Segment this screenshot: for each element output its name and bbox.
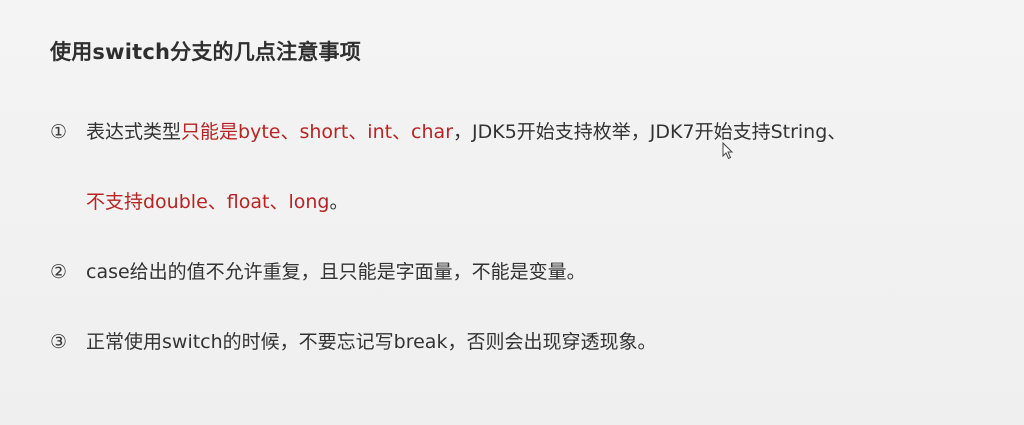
item-text: ，JDK5开始支持枚举，JDK7开始支持String、 — [453, 121, 847, 143]
item-text: case给出的值不允许重复，且只能是字面量，不能是变量。 — [86, 261, 586, 283]
mouse-pointer-icon — [722, 142, 734, 160]
slide-title: 使用switch分支的几点注意事项 — [50, 40, 361, 64]
item-prefix: 表达式类型 — [86, 121, 182, 143]
item-number: ③ — [50, 331, 68, 353]
slide: 使用switch分支的几点注意事项 ① 表达式类型只能是byte、short、in… — [0, 0, 1024, 425]
list-item-3: ③ 正常使用switch的时候，不要忘记写break，否则会出现穿透现象。 — [50, 329, 656, 355]
item-text: 正常使用switch的时候，不要忘记写break，否则会出现穿透现象。 — [86, 331, 657, 353]
item-highlight: 只能是byte、short、int、char — [181, 121, 453, 143]
item-highlight: 不支持double、float、long — [86, 191, 330, 213]
item-number: ① — [50, 121, 68, 143]
item-text: 。 — [329, 191, 349, 213]
list-item-1-continuation: 不支持double、float、long。 — [86, 189, 348, 215]
list-item-2: ② case给出的值不允许重复，且只能是字面量，不能是变量。 — [50, 259, 586, 285]
item-number: ② — [50, 261, 68, 283]
